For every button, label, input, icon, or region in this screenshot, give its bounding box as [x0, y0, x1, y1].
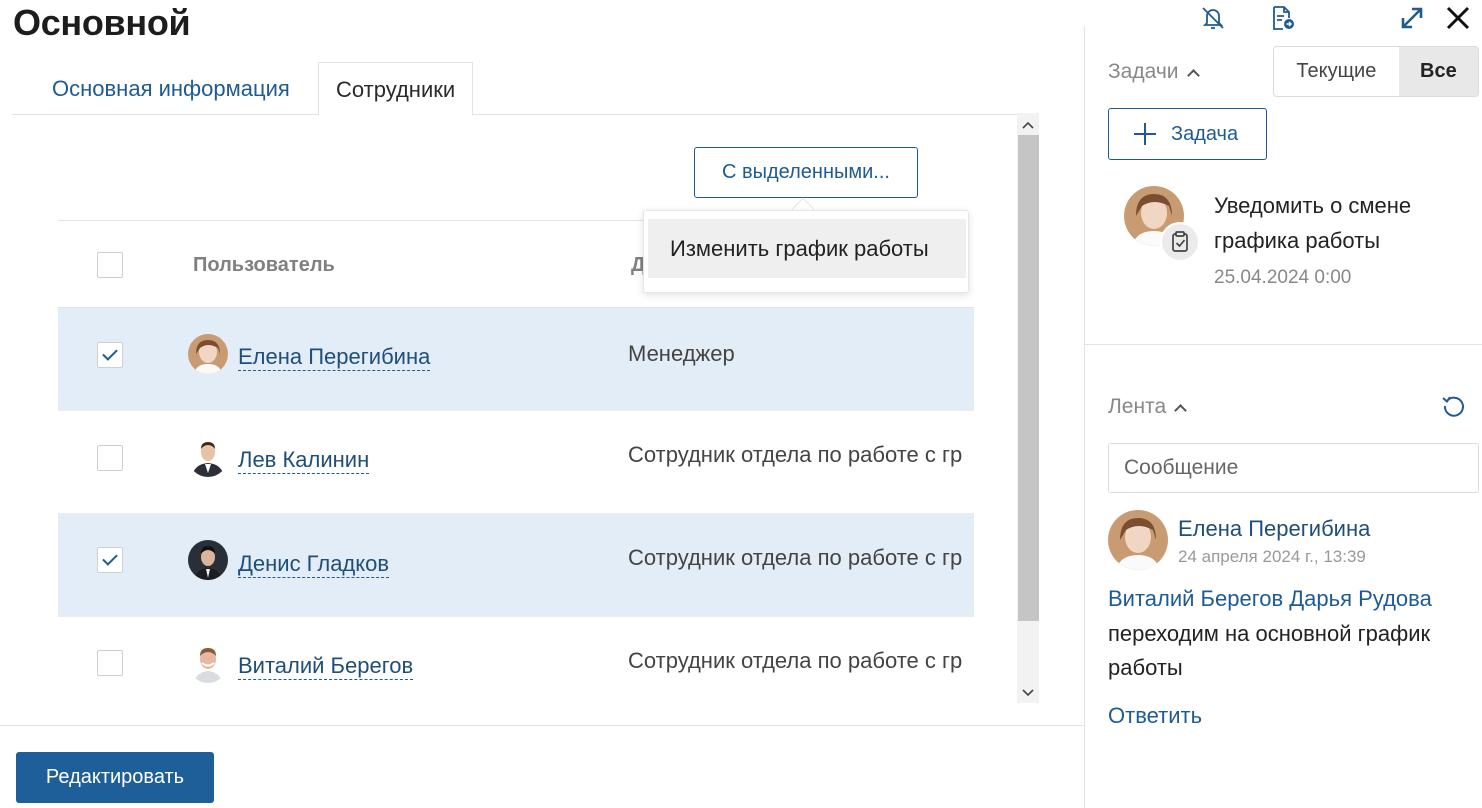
row-checkbox[interactable]: [97, 445, 123, 471]
column-header-position[interactable]: Д: [631, 254, 643, 277]
tab-main-info[interactable]: Основная информация: [36, 62, 306, 115]
task-due-date: 25.04.2024 0:00: [1214, 267, 1352, 288]
message-input[interactable]: Сообщение: [1108, 443, 1479, 493]
user-position: Сотрудник отдела по работе с гр: [628, 545, 963, 570]
user-name-link[interactable]: Лев Калинин: [238, 447, 370, 474]
avatar: [188, 334, 228, 374]
avatar: [188, 437, 228, 477]
with-selected-button[interactable]: С выделенными...: [694, 147, 918, 198]
avatar: [1108, 510, 1168, 570]
table-row[interactable]: Елена Перегибина Менеджер: [58, 308, 974, 411]
tab-bar: Основная информация Сотрудники: [12, 62, 1038, 116]
tasks-section-title: Задачи: [1108, 60, 1179, 83]
user-position: Менеджер: [628, 341, 735, 366]
post-date: 24 апреля 2024 г., 13:39: [1178, 547, 1366, 566]
feed-section-title: Лента: [1108, 395, 1167, 418]
divider: [0, 725, 1084, 726]
page-title: Основной: [13, 2, 191, 43]
scrollbar-thumb[interactable]: [1018, 135, 1039, 621]
scroll-down-icon[interactable]: [1017, 681, 1039, 703]
document-export-icon[interactable]: [1268, 4, 1296, 32]
tasks-filter-toggle: Текущие Все: [1273, 46, 1479, 97]
column-header-user[interactable]: Пользователь: [193, 254, 335, 277]
expand-icon[interactable]: [1398, 4, 1426, 32]
row-checkbox[interactable]: [97, 650, 123, 676]
table-row[interactable]: Виталий Берегов Сотрудник отдела по рабо…: [58, 617, 974, 712]
table-row[interactable]: Лев Калинин Сотрудник отдела по работе с…: [58, 411, 974, 514]
scroll-up-icon[interactable]: [1017, 113, 1039, 135]
feed-section-toggle[interactable]: Лента: [1108, 395, 1187, 419]
filter-all-button[interactable]: Все: [1398, 47, 1478, 96]
chevron-up-icon: [1186, 69, 1200, 82]
user-name-link[interactable]: Елена Перегибина: [238, 344, 431, 371]
panel-divider: [1084, 26, 1085, 808]
menu-item-change-schedule[interactable]: Изменить график работы: [648, 219, 966, 278]
close-icon[interactable]: [1444, 4, 1472, 32]
reply-link[interactable]: Ответить: [1108, 703, 1202, 729]
refresh-icon[interactable]: [1440, 392, 1468, 420]
check-icon: [102, 345, 118, 361]
post-mentions[interactable]: Виталий Берегов Дарья Рудова: [1108, 586, 1432, 612]
divider: [58, 220, 643, 221]
user-name-link[interactable]: Денис Гладков: [238, 551, 390, 578]
add-task-label: Задача: [1171, 123, 1239, 145]
task-title-link[interactable]: Уведомить о смене графика работы: [1214, 188, 1464, 258]
edit-button[interactable]: Редактировать: [16, 752, 214, 803]
divider: [1084, 344, 1482, 345]
filter-current-button[interactable]: Текущие: [1274, 47, 1399, 96]
chevron-up-icon: [1174, 404, 1187, 417]
task-clipboard-icon: [1160, 222, 1200, 262]
tab-employees[interactable]: Сотрудники: [318, 62, 474, 116]
row-checkbox[interactable]: [97, 342, 123, 368]
post-text: переходим на основной график работы: [1108, 621, 1431, 680]
post-author-link[interactable]: Елена Перегибина: [1178, 516, 1370, 542]
plus-icon: [1134, 123, 1156, 145]
user-position: Сотрудник отдела по работе с гр: [628, 648, 963, 673]
add-task-button[interactable]: Задача: [1108, 108, 1267, 160]
table-row[interactable]: Денис Гладков Сотрудник отдела по работе…: [58, 514, 974, 617]
check-icon: [102, 550, 118, 566]
tasks-section-toggle[interactable]: Задачи: [1108, 60, 1200, 84]
select-all-checkbox[interactable]: [97, 252, 123, 278]
with-selected-dropdown-menu: Изменить график работы: [643, 210, 969, 293]
avatar: [188, 540, 228, 580]
avatar: [188, 643, 228, 683]
bell-off-icon[interactable]: [1199, 4, 1227, 32]
row-checkbox[interactable]: [97, 547, 123, 573]
user-name-link[interactable]: Виталий Берегов: [238, 653, 414, 680]
user-position: Сотрудник отдела по работе с гр: [628, 442, 963, 467]
